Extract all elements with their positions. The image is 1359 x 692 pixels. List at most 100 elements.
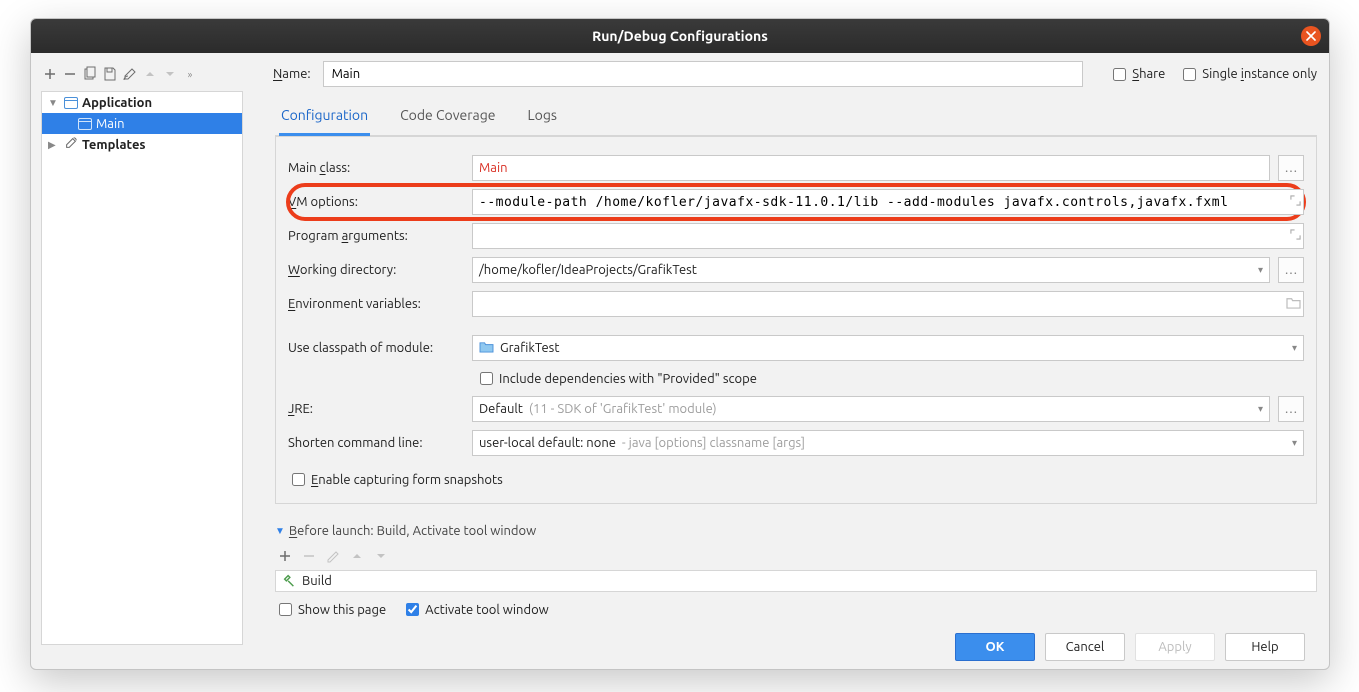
move-down-button[interactable] xyxy=(161,64,179,84)
chevron-down-icon: ▾ xyxy=(1258,265,1263,275)
jre-hint: (11 - SDK of 'GrafikTest' module) xyxy=(529,402,717,416)
name-label: Name: xyxy=(273,67,311,81)
program-args-input[interactable] xyxy=(472,223,1304,249)
show-this-page-checkbox[interactable]: Show this page xyxy=(275,600,386,619)
main-class-input[interactable] xyxy=(472,155,1270,181)
main-area: ▼ Application Main ▶ Templates Configura… xyxy=(31,91,1329,669)
apply-button: Apply xyxy=(1135,633,1215,661)
row-program-args: Program arguments: xyxy=(288,223,1304,249)
shorten-value: user-local default: none xyxy=(479,436,616,450)
before-launch-checkboxes: Show this page Activate tool window xyxy=(275,592,1317,619)
shorten-select[interactable]: user-local default: none - java [options… xyxy=(472,430,1304,456)
chevron-down-icon: ▼ xyxy=(275,526,285,536)
row-main-class: Main class: … xyxy=(288,155,1304,181)
before-launch-section: ▼ Before launch: Build, Activate tool wi… xyxy=(275,524,1317,619)
workdir-label: Working directory: xyxy=(288,263,468,277)
jre-select[interactable]: Default (11 - SDK of 'GrafikTest' module… xyxy=(472,396,1270,422)
build-icon xyxy=(282,573,296,590)
cancel-button[interactable]: Cancel xyxy=(1045,633,1125,661)
before-launch-list[interactable]: Build xyxy=(275,570,1317,592)
configuration-form: Main class: … VM options: Program ar xyxy=(275,136,1317,504)
copy-config-button[interactable] xyxy=(81,64,99,84)
jre-browse-button[interactable]: … xyxy=(1278,396,1304,422)
row-jre: JRE: Default (11 - SDK of 'GrafikTest' m… xyxy=(288,396,1304,422)
tree-templates-node[interactable]: ▶ Templates xyxy=(42,134,242,155)
bl-add-button[interactable] xyxy=(275,546,295,566)
top-right-checkboxes: Share Single instance only xyxy=(1109,65,1317,84)
bl-remove-button[interactable] xyxy=(299,546,319,566)
env-vars-input[interactable] xyxy=(472,291,1304,317)
bl-edit-button[interactable] xyxy=(323,546,343,566)
share-checkbox[interactable]: Share xyxy=(1109,65,1165,84)
row-working-directory: Working directory: /home/kofler/IdeaProj… xyxy=(288,257,1304,283)
remove-config-button[interactable] xyxy=(61,64,79,84)
module-icon xyxy=(479,340,494,356)
edit-templates-button[interactable] xyxy=(121,64,139,84)
window-title: Run/Debug Configurations xyxy=(592,28,768,44)
enable-snapshots-checkbox[interactable]: Enable capturing form snapshots xyxy=(288,470,503,489)
row-shorten: Shorten command line: user-local default… xyxy=(288,430,1304,456)
config-tree[interactable]: ▼ Application Main ▶ Templates xyxy=(41,91,243,645)
workdir-browse-button[interactable]: … xyxy=(1278,257,1304,283)
row-vm-options: VM options: xyxy=(288,189,1304,215)
left-toolbar: » xyxy=(39,64,239,84)
help-button[interactable]: Help xyxy=(1225,633,1305,661)
before-launch-header[interactable]: ▼ Before launch: Build, Activate tool wi… xyxy=(275,524,1317,538)
main-class-browse-button[interactable]: … xyxy=(1278,155,1304,181)
ok-button[interactable]: OK xyxy=(955,633,1035,661)
chevron-down-icon: ▾ xyxy=(1292,343,1297,353)
run-debug-config-dialog: Run/Debug Configurations » Name: Share S… xyxy=(30,18,1330,670)
application-type-icon xyxy=(64,97,78,109)
move-up-button[interactable] xyxy=(141,64,159,84)
tree-application-label: Application xyxy=(82,96,152,110)
bl-down-button[interactable] xyxy=(371,546,391,566)
expand-icon[interactable] xyxy=(1290,195,1301,209)
folder-icon[interactable] xyxy=(1286,296,1301,312)
tab-logs[interactable]: Logs xyxy=(526,101,559,135)
classpath-select[interactable]: GrafikTest ▾ xyxy=(472,335,1304,361)
top-row: » Name: Share Single instance only xyxy=(31,53,1329,91)
dialog-footer: OK Cancel Apply Help xyxy=(275,619,1317,670)
config-panel: Configuration Code Coverage Logs Main cl… xyxy=(243,91,1329,669)
tree-main-label: Main xyxy=(96,117,125,131)
shorten-hint: - java [options] classname [args] xyxy=(622,436,805,450)
before-launch-item: Build xyxy=(302,574,332,588)
classpath-value: GrafikTest xyxy=(500,341,559,355)
row-env-vars: Environment variables: xyxy=(288,291,1304,317)
env-vars-label: Environment variables: xyxy=(288,297,468,311)
classpath-label: Use classpath of module: xyxy=(288,341,468,355)
application-icon xyxy=(78,118,92,130)
workdir-input[interactable]: /home/kofler/IdeaProjects/GrafikTest ▾ xyxy=(472,257,1270,283)
tab-bar: Configuration Code Coverage Logs xyxy=(275,91,1317,136)
name-input[interactable] xyxy=(323,61,1083,87)
add-config-button[interactable] xyxy=(41,64,59,84)
program-args-label: Program arguments: xyxy=(288,229,468,243)
single-instance-checkbox[interactable]: Single instance only xyxy=(1179,65,1317,84)
toolbar-more-button[interactable]: » xyxy=(181,64,199,84)
row-classpath: Use classpath of module: GrafikTest ▾ xyxy=(288,335,1304,361)
expand-icon[interactable] xyxy=(1290,229,1301,243)
tab-configuration[interactable]: Configuration xyxy=(279,101,370,136)
tab-code-coverage[interactable]: Code Coverage xyxy=(398,101,497,135)
save-config-button[interactable] xyxy=(101,64,119,84)
window-titlebar: Run/Debug Configurations xyxy=(31,19,1329,53)
bl-up-button[interactable] xyxy=(347,546,367,566)
window-close-button[interactable] xyxy=(1301,26,1321,46)
wrench-icon xyxy=(64,136,78,153)
tree-templates-label: Templates xyxy=(82,138,146,152)
dialog-body: » Name: Share Single instance only ▼ App… xyxy=(31,53,1329,669)
before-launch-toolbar xyxy=(275,538,1317,570)
vm-options-label: VM options: xyxy=(288,195,468,209)
jre-label: JRE: xyxy=(288,402,468,416)
shorten-label: Shorten command line: xyxy=(288,436,468,450)
include-provided-checkbox[interactable]: Include dependencies with "Provided" sco… xyxy=(476,369,757,388)
workdir-value: /home/kofler/IdeaProjects/GrafikTest xyxy=(479,263,697,277)
jre-value: Default xyxy=(479,402,523,416)
activate-tool-window-checkbox[interactable]: Activate tool window xyxy=(402,600,549,619)
tree-main-node[interactable]: Main xyxy=(42,113,242,134)
tree-application-node[interactable]: ▼ Application xyxy=(42,92,242,113)
chevron-down-icon: ▾ xyxy=(1258,404,1263,414)
chevron-down-icon: ▾ xyxy=(1292,438,1297,448)
vm-options-input[interactable] xyxy=(472,189,1304,215)
close-icon xyxy=(1306,31,1316,41)
